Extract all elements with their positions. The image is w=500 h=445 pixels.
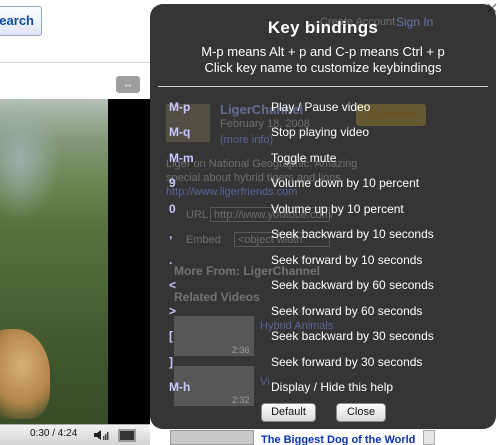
video-frame[interactable] — [0, 99, 108, 424]
binding-row: > Seek forward by 60 seconds — [150, 304, 496, 324]
binding-row: M-m Toggle mute — [150, 151, 496, 171]
binding-key[interactable]: 9 — [169, 176, 176, 190]
header-divider — [0, 62, 150, 63]
binding-action: Seek forward by 10 seconds — [271, 253, 423, 267]
binding-action: Stop playing video — [271, 125, 370, 139]
binding-key[interactable]: > — [169, 304, 176, 318]
binding-row: ] Seek forward by 30 seconds — [150, 355, 496, 375]
binding-row: M-p Play / Pause video — [150, 100, 496, 120]
video-subject — [0, 329, 50, 419]
binding-key[interactable]: M-q — [169, 125, 190, 139]
player-controls: 0:30 / 4:24 — [0, 424, 150, 445]
scrollbar[interactable] — [423, 430, 435, 445]
binding-key[interactable]: ] — [169, 355, 173, 369]
binding-key[interactable]: M-h — [169, 380, 190, 394]
binding-action: Toggle mute — [271, 151, 337, 165]
binding-action: Display / Hide this help — [271, 380, 394, 394]
keybindings-dialog: Create Account Sign In LigerChannel Febr… — [150, 4, 496, 429]
binding-key[interactable]: < — [169, 278, 176, 292]
search-button[interactable]: earch — [0, 6, 42, 36]
binding-key[interactable]: M-p — [169, 100, 190, 114]
dialog-title: Key bindings — [267, 18, 379, 37]
binding-action: Play / Pause video — [271, 100, 371, 114]
binding-action: Seek forward by 30 seconds — [271, 355, 423, 369]
binding-row: M-q Stop playing video — [150, 125, 496, 145]
binding-row: [ Seek backward by 30 seconds — [150, 329, 496, 349]
toggle-size-icon[interactable] — [118, 429, 136, 442]
binding-action: Seek backward by 30 seconds — [271, 329, 434, 343]
binding-key[interactable]: 0 — [169, 202, 176, 216]
related-video-link[interactable]: The Biggest Dog of the World — [261, 434, 415, 445]
volume-icon[interactable] — [94, 430, 109, 440]
dialog-divider — [158, 86, 488, 87]
expand-player-button[interactable]: ↔ — [116, 76, 140, 93]
time-display: 0:30 / 4:24 — [30, 428, 78, 439]
binding-key[interactable]: . — [169, 253, 172, 267]
binding-row: . Seek forward by 10 seconds — [150, 253, 496, 273]
binding-key[interactable]: [ — [169, 329, 173, 343]
binding-action: Volume down by 10 percent — [271, 176, 420, 190]
binding-action: Seek backward by 60 seconds — [271, 278, 434, 292]
dialog-subtitle: M-p means Alt + p and C-p means Ctrl + p — [201, 44, 445, 59]
binding-action: Seek forward by 60 seconds — [271, 304, 423, 318]
close-button[interactable]: Close — [336, 403, 386, 422]
binding-key[interactable]: , — [169, 227, 172, 241]
expand-arrows-icon: ↔ — [123, 79, 133, 90]
binding-action: Seek backward by 10 seconds — [271, 227, 434, 241]
default-button[interactable]: Default — [261, 403, 316, 422]
binding-row: , Seek backward by 10 seconds — [150, 227, 496, 247]
binding-row: M-h Display / Hide this help — [150, 380, 496, 400]
dialog-instructions: Click key name to customize keybindings — [204, 60, 442, 75]
related-video-thumbnail[interactable] — [170, 430, 254, 445]
binding-action: Volume up by 10 percent — [271, 202, 404, 216]
binding-row: < Seek backward by 60 seconds — [150, 278, 496, 298]
binding-row: 9 Volume down by 10 percent — [150, 176, 496, 196]
binding-key[interactable]: M-m — [169, 151, 194, 165]
binding-row: 0 Volume up by 10 percent — [150, 202, 496, 222]
video-player[interactable] — [0, 99, 150, 424]
